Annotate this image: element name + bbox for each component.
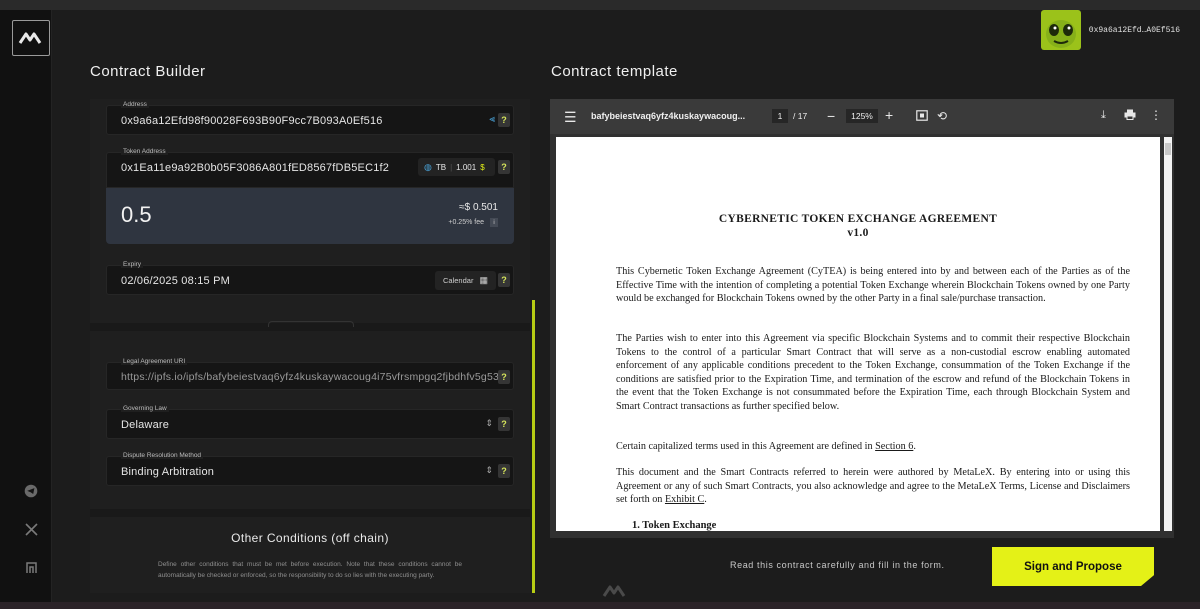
token-address-field[interactable]: Token Address 0x1Ea11e9a92B0b05F3086A801… bbox=[106, 148, 514, 188]
address-book-icon[interactable]: ⫷ bbox=[489, 114, 495, 125]
more-options-icon[interactable]: ⋮ bbox=[1150, 108, 1162, 122]
token-selector[interactable]: ◍ TB | 1.001 $ bbox=[418, 158, 495, 176]
contract-builder-title: Contract Builder bbox=[90, 63, 206, 80]
section-6-link[interactable]: Section 6 bbox=[875, 441, 913, 452]
pdf-viewer: ☰ bafybeiestvaq6yfz4kuskaywacoug... 1 / … bbox=[550, 99, 1174, 538]
token-balance: 1.001 bbox=[456, 162, 477, 172]
expiry-field[interactable]: Expiry 02/06/2025 08:15 PM Calendar ▦ ? bbox=[106, 261, 514, 295]
pdf-scrollbar[interactable] bbox=[1164, 137, 1172, 531]
x-twitter-icon[interactable] bbox=[22, 520, 40, 538]
paragraph-definitions: Certain capitalized terms used in this A… bbox=[616, 440, 1130, 454]
help-icon[interactable]: ? bbox=[498, 370, 510, 384]
governing-law-value[interactable]: Delaware bbox=[121, 419, 169, 431]
expiry-label: Expiry bbox=[121, 261, 144, 268]
governing-law-select[interactable]: Governing Law Delaware ⇕ ? bbox=[106, 405, 514, 439]
balance-unit: $ bbox=[480, 162, 485, 172]
address-field[interactable]: Address 0x9a6a12Efd98f90028F693B90F9cc7B… bbox=[106, 101, 514, 135]
zoom-in-icon[interactable]: + bbox=[885, 107, 893, 123]
exhibit-c-link[interactable]: Exhibit C bbox=[665, 494, 704, 505]
contract-form: Address 0x9a6a12Efd98f90028F693B90F9cc7B… bbox=[90, 99, 530, 593]
toolbar-separator bbox=[816, 116, 817, 117]
select-chevron-icon[interactable]: ⇕ bbox=[485, 465, 493, 476]
rotate-icon[interactable]: ⟲ bbox=[937, 109, 947, 123]
token-address-value[interactable]: 0x1Ea11e9a92B0b05F3086A801fED8567fDB5EC1… bbox=[121, 162, 389, 174]
section-divider bbox=[90, 509, 530, 517]
legal-uri-field[interactable]: Legal Agreement URI https://ipfs.io/ipfs… bbox=[106, 358, 514, 390]
user-account[interactable]: 0x9a6a12Efd…A0Ef516 bbox=[1040, 10, 1180, 50]
download-icon[interactable]: ⤓ bbox=[1101, 109, 1106, 122]
help-icon[interactable]: ? bbox=[498, 464, 510, 478]
document-version: v1.0 bbox=[847, 227, 869, 239]
other-conditions-title: Other Conditions (off chain) bbox=[231, 531, 389, 545]
calendar-button[interactable]: Calendar ▦ bbox=[435, 271, 496, 290]
docs-icon[interactable] bbox=[22, 558, 40, 576]
governing-law-label: Governing Law bbox=[121, 405, 169, 412]
dispute-method-label: Dispute Resolution Method bbox=[121, 452, 204, 459]
document-title: CYBERNETIC TOKEN EXCHANGE AGREEMENT bbox=[718, 213, 998, 225]
fit-page-icon[interactable] bbox=[916, 110, 928, 121]
user-avatar bbox=[1040, 10, 1081, 50]
zoom-level[interactable]: 125% bbox=[846, 109, 878, 123]
logo-icon bbox=[18, 32, 42, 44]
token-icon: ◍ bbox=[424, 161, 432, 172]
paragraph-authorship: This document and the Smart Contracts re… bbox=[616, 466, 1130, 507]
sidebar bbox=[0, 10, 52, 609]
sign-and-propose-button[interactable]: Sign and Propose bbox=[992, 547, 1154, 586]
legal-uri-value[interactable]: https://ipfs.io/ipfs/bafybeiestvaq6yfz4k… bbox=[121, 371, 499, 383]
separator: | bbox=[450, 162, 453, 172]
telegram-icon[interactable] bbox=[22, 482, 40, 500]
address-label: Address bbox=[121, 101, 149, 108]
definitions-end: . bbox=[913, 441, 916, 452]
footer-instruction: Read this contract carefully and fill in… bbox=[730, 560, 945, 570]
expiry-value[interactable]: 02/06/2025 08:15 PM bbox=[121, 275, 230, 287]
amount-box[interactable]: 0.5 ≈$ 0.501 +0.25% fee i bbox=[106, 188, 514, 244]
form-scrollbar[interactable] bbox=[532, 300, 535, 593]
calendar-label: Calendar bbox=[443, 276, 474, 285]
dispute-method-value[interactable]: Binding Arbitration bbox=[121, 466, 214, 478]
help-icon[interactable]: ? bbox=[498, 160, 510, 174]
page-total: / 17 bbox=[793, 111, 808, 121]
calendar-icon: ▦ bbox=[479, 275, 488, 285]
pdf-toolbar: ☰ bafybeiestvaq6yfz4kuskaywacoug... 1 / … bbox=[550, 99, 1174, 134]
divider-notch bbox=[268, 321, 354, 327]
select-chevron-icon[interactable]: ⇕ bbox=[485, 418, 493, 429]
section-heading: 1. Token Exchange bbox=[632, 520, 717, 531]
paragraph-purpose: The Parties wish to enter into this Agre… bbox=[616, 333, 1130, 412]
print-icon[interactable] bbox=[1124, 109, 1136, 120]
fee-info-icon[interactable]: i bbox=[490, 218, 498, 227]
help-icon[interactable]: ? bbox=[498, 273, 510, 287]
zoom-out-icon[interactable]: − bbox=[827, 108, 835, 124]
help-icon[interactable]: ? bbox=[498, 417, 510, 431]
token-symbol: TB bbox=[435, 162, 447, 172]
legal-uri-label: Legal Agreement URI bbox=[121, 358, 188, 365]
dispute-method-select[interactable]: Dispute Resolution Method Binding Arbitr… bbox=[106, 452, 514, 486]
wallet-address: 0x9a6a12Efd…A0Ef516 bbox=[1088, 25, 1180, 35]
address-value[interactable]: 0x9a6a12Efd98f90028F693B90F9cc7B093A0Ef5… bbox=[121, 115, 383, 127]
app-logo[interactable] bbox=[12, 20, 50, 56]
contract-template-title: Contract template bbox=[551, 63, 678, 80]
token-address-label: Token Address bbox=[121, 148, 168, 155]
bottom-strip bbox=[0, 602, 1200, 609]
usd-value: ≈$ 0.501 bbox=[459, 202, 498, 213]
amount-input[interactable]: 0.5 bbox=[121, 202, 152, 228]
fee-label: +0.25% fee bbox=[448, 219, 484, 226]
other-conditions-description: Define other conditions that must be met… bbox=[158, 561, 462, 579]
top-strip bbox=[0, 0, 1200, 10]
paragraph-intro: This Cybernetic Token Exchange Agreement… bbox=[616, 266, 1130, 304]
pdf-scroll-thumb[interactable] bbox=[1165, 143, 1171, 155]
authorship-end: . bbox=[704, 494, 707, 505]
menu-icon[interactable]: ☰ bbox=[564, 109, 577, 126]
definitions-text: Certain capitalized terms used in this A… bbox=[616, 441, 876, 452]
pdf-page: CYBERNETIC TOKEN EXCHANGE AGREEMENT v1.0… bbox=[556, 137, 1160, 531]
page-number-input[interactable]: 1 bbox=[772, 109, 788, 123]
pdf-filename: bafybeiestvaq6yfz4kuskaywacoug... bbox=[591, 111, 746, 121]
help-icon[interactable]: ? bbox=[498, 113, 510, 127]
footer-logo-icon bbox=[602, 585, 626, 597]
